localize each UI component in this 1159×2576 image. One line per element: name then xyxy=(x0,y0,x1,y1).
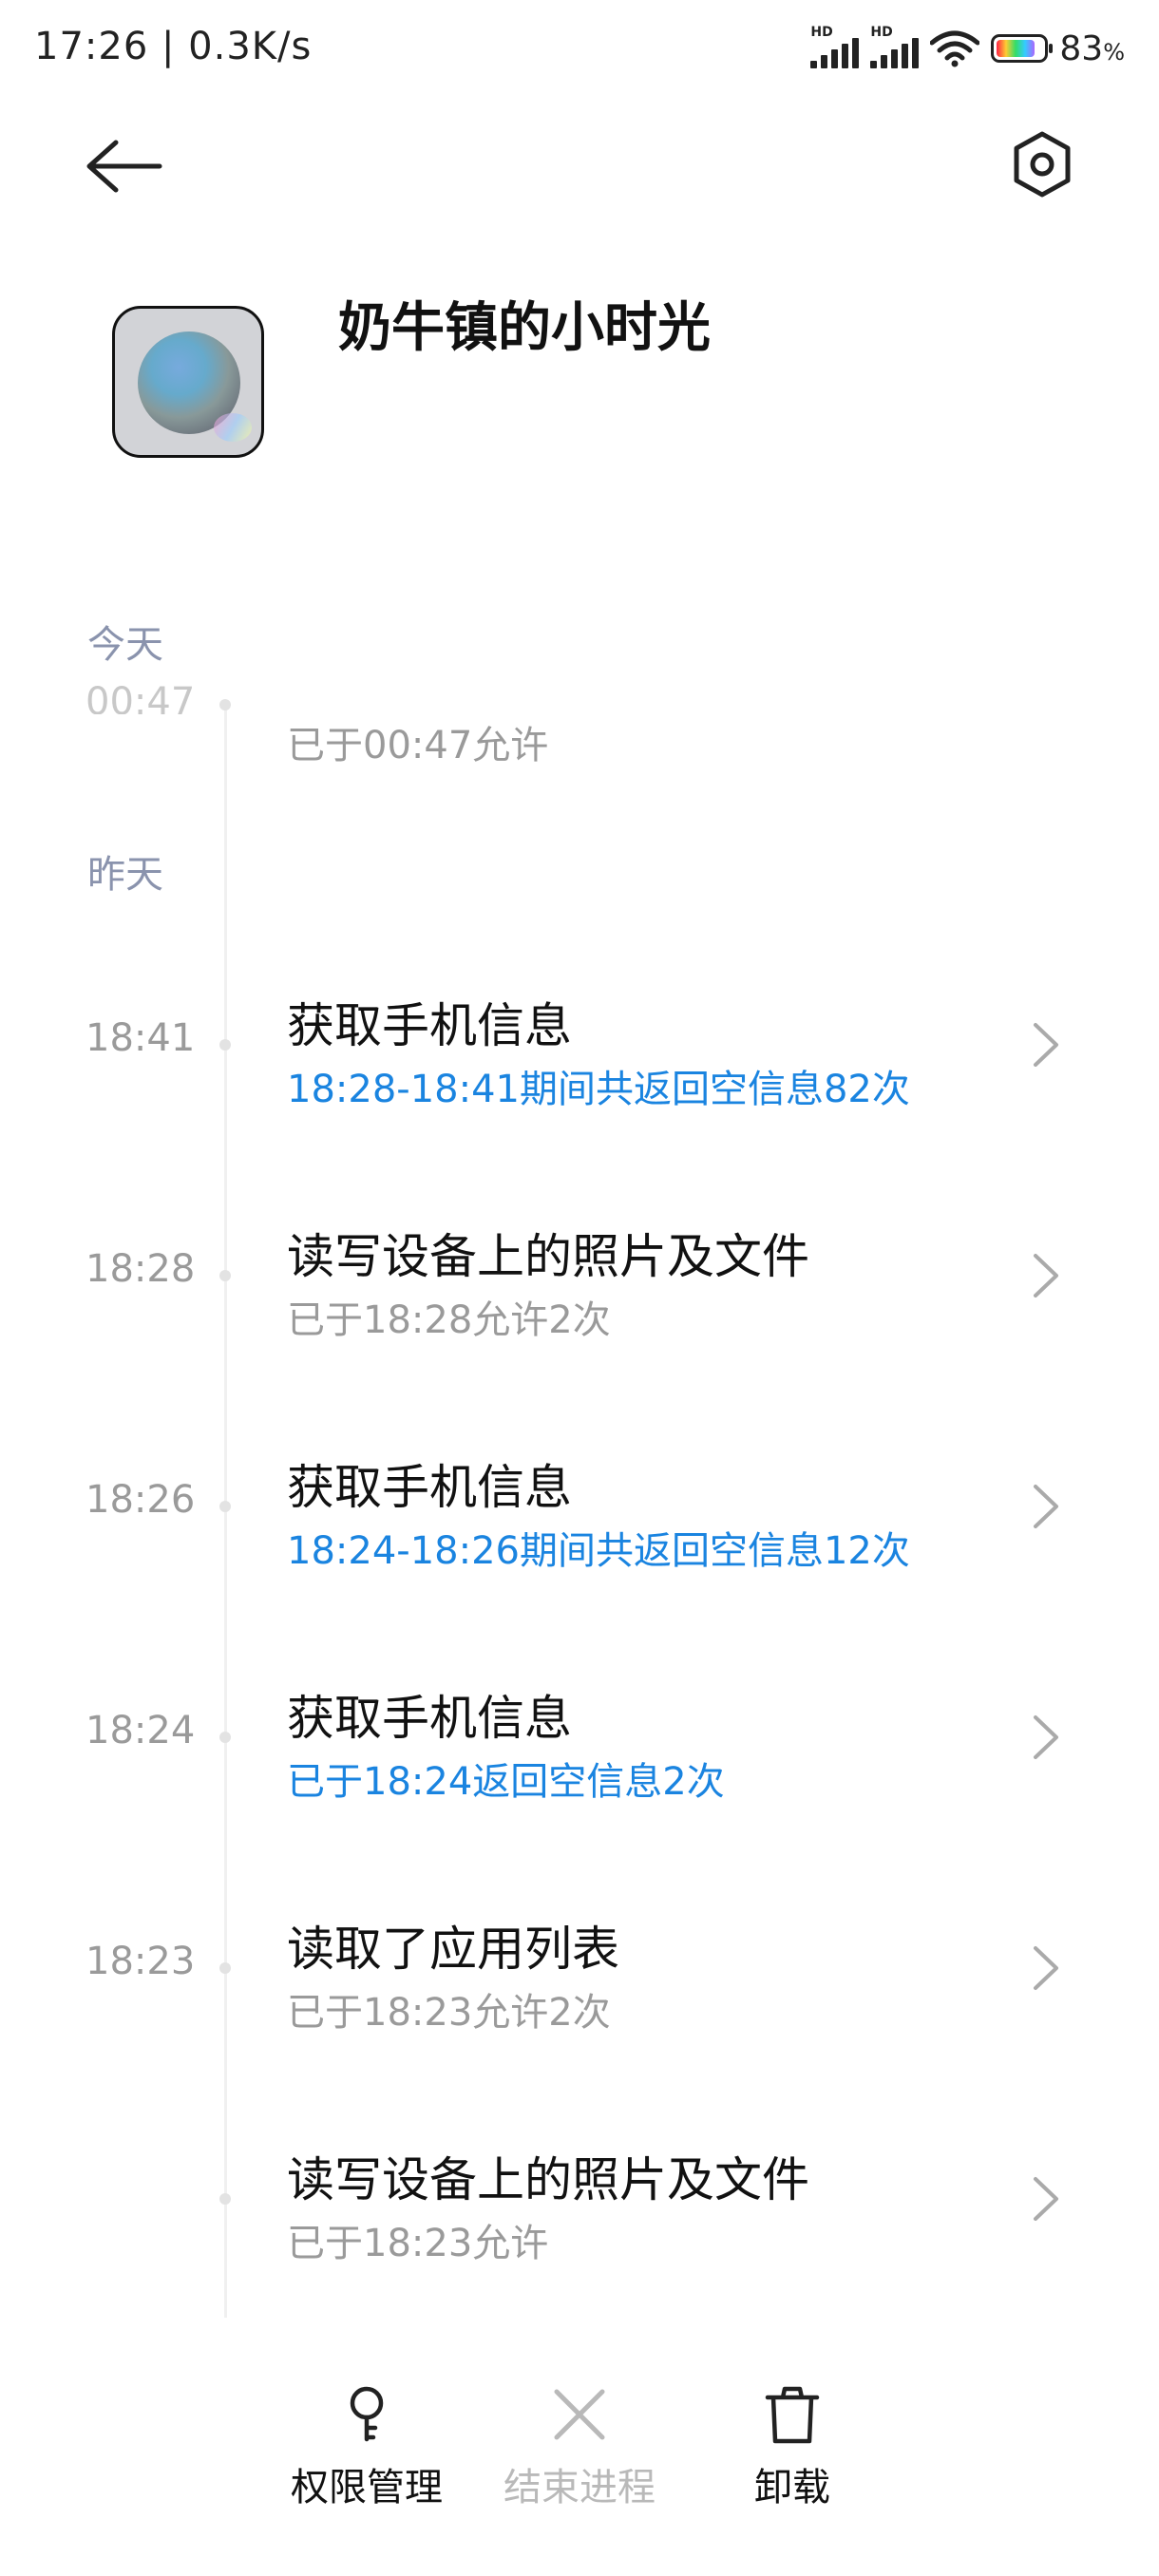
chevron-right-icon xyxy=(1034,1023,1058,1067)
timeline-entry-6[interactable]: 读写设备上的照片及文件 已于18:23允许 xyxy=(0,2104,1159,2294)
uninstall-button[interactable]: 卸载 xyxy=(697,2384,887,2511)
trash-icon xyxy=(765,2386,820,2444)
timeline-entry-2[interactable]: 18:28 读写设备上的照片及文件 已于18:28允许2次 xyxy=(0,1181,1159,1371)
entry-title: 读取了应用列表 xyxy=(287,1922,619,1977)
timeline-dot xyxy=(219,699,231,710)
signal-icon-2: HD xyxy=(870,25,920,68)
entry-time-partial: 00:47 xyxy=(86,680,196,714)
battery-icon xyxy=(991,34,1054,63)
timeline-dot xyxy=(219,1732,231,1743)
back-arrow-icon[interactable] xyxy=(82,133,167,199)
permissions-label: 权限管理 xyxy=(291,2466,443,2510)
permissions-button[interactable]: 权限管理 xyxy=(272,2384,462,2511)
status-bar: 17:26 | 0.3K/s HD HD 83% xyxy=(0,0,1159,104)
timeline-dot xyxy=(219,1501,231,1512)
chevron-right-icon xyxy=(1034,1254,1058,1297)
status-time-speed: 17:26 | 0.3K/s xyxy=(34,25,313,68)
entry-subtitle: 18:28-18:41期间共返回空信息82次 xyxy=(287,1068,910,1111)
app-icon xyxy=(112,306,264,458)
entry-title: 读写设备上的照片及文件 xyxy=(287,1229,809,1284)
entry-subtitle: 已于18:24返回空信息2次 xyxy=(287,1760,725,1804)
settings-gear-icon[interactable] xyxy=(1007,129,1077,199)
today-entry-subtitle: 已于00:47允许 xyxy=(287,724,549,767)
timeline-entry-4[interactable]: 18:24 获取手机信息 已于18:24返回空信息2次 xyxy=(0,1642,1159,1832)
timeline-entry-5[interactable]: 18:23 读取了应用列表 已于18:23允许2次 xyxy=(0,1873,1159,2063)
timeline-dot xyxy=(219,1962,231,1974)
chevron-right-icon xyxy=(1034,1715,1058,1759)
close-x-icon xyxy=(554,2389,605,2440)
wifi-icon xyxy=(930,30,980,67)
entry-time: 18:26 xyxy=(86,1478,196,1522)
entry-subtitle: 已于18:23允许2次 xyxy=(287,1991,611,2035)
entry-time: 18:28 xyxy=(86,1247,196,1291)
section-yesterday: 昨天 xyxy=(87,853,163,897)
entry-time: 18:23 xyxy=(86,1940,196,1983)
network-label-2: HD xyxy=(870,25,893,40)
timeline-entry-3[interactable]: 18:26 获取手机信息 18:24-18:26期间共返回空信息12次 xyxy=(0,1411,1159,1601)
timeline-dot xyxy=(219,1039,231,1051)
entry-title: 获取手机信息 xyxy=(287,998,572,1053)
timeline-dot xyxy=(219,1270,231,1281)
timeline-dot xyxy=(219,2193,231,2205)
entry-subtitle: 已于18:23允许 xyxy=(287,2222,549,2265)
chevron-right-icon xyxy=(1034,2177,1058,2221)
entry-subtitle: 18:24-18:26期间共返回空信息12次 xyxy=(287,1529,910,1573)
end-process-button[interactable]: 结束进程 xyxy=(484,2384,674,2511)
section-today: 今天 xyxy=(87,623,163,667)
entry-title: 获取手机信息 xyxy=(287,1691,572,1746)
timeline-entry-1[interactable]: 18:41 获取手机信息 18:28-18:41期间共返回空信息82次 xyxy=(0,950,1159,1140)
end-process-label: 结束进程 xyxy=(504,2466,656,2510)
battery-percent: 83% xyxy=(1059,28,1125,68)
entry-title: 获取手机信息 xyxy=(287,1460,572,1515)
entry-time: 18:41 xyxy=(86,1016,196,1060)
battery-fill xyxy=(997,40,1036,57)
entry-title: 读写设备上的照片及文件 xyxy=(287,2152,809,2207)
network-label: HD xyxy=(810,25,833,40)
chevron-right-icon xyxy=(1034,1946,1058,1990)
uninstall-label: 卸载 xyxy=(754,2466,830,2510)
status-icons: HD HD 83% xyxy=(810,25,1125,68)
signal-icon: HD xyxy=(810,25,860,68)
entry-time: 18:24 xyxy=(86,1709,196,1752)
chevron-right-icon xyxy=(1034,1485,1058,1528)
key-icon xyxy=(350,2386,384,2442)
entry-subtitle: 已于18:28允许2次 xyxy=(287,1298,611,1342)
app-name: 奶牛镇的小时光 xyxy=(338,297,711,359)
